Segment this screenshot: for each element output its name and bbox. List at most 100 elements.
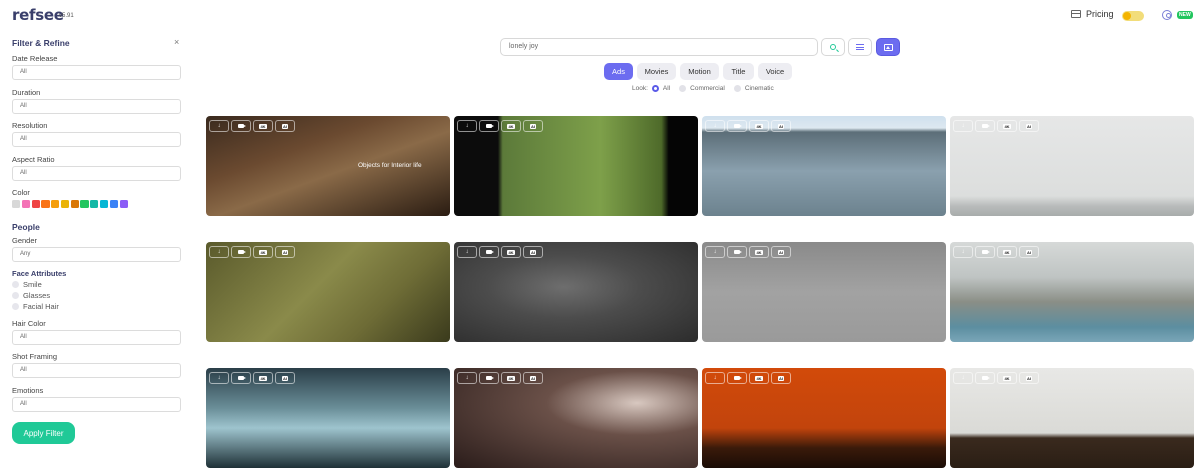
video-camera-icon[interactable] xyxy=(727,372,747,384)
download-icon[interactable]: ↓ xyxy=(953,246,973,258)
color-swatch[interactable] xyxy=(41,200,50,209)
date-release-select[interactable]: All xyxy=(12,65,181,80)
image-search-button[interactable] xyxy=(876,38,900,56)
ai-tag-icon[interactable]: AI xyxy=(1019,120,1039,132)
result-card[interactable]: ↓ 4K AI Objects for Interior life xyxy=(206,116,450,216)
result-card[interactable]: ↓ 4K AI xyxy=(702,368,946,468)
download-icon[interactable]: ↓ xyxy=(705,372,725,384)
download-icon[interactable]: ↓ xyxy=(953,372,973,384)
app-logo[interactable]: refsee xyxy=(12,6,64,24)
ai-tag-icon[interactable]: AI xyxy=(771,246,791,258)
color-swatch[interactable] xyxy=(51,200,60,209)
result-card[interactable]: ↓ 4K AI xyxy=(454,242,698,342)
ai-tag-icon[interactable]: AI xyxy=(523,246,543,258)
download-icon[interactable]: ↓ xyxy=(705,246,725,258)
close-icon[interactable]: × xyxy=(174,37,179,47)
video-camera-icon[interactable] xyxy=(231,372,251,384)
resolution-tag-icon[interactable]: 4K xyxy=(253,120,273,132)
resolution-tag-icon[interactable]: 4K xyxy=(997,246,1017,258)
result-card[interactable]: ↓ 4K AI xyxy=(950,368,1194,468)
download-icon[interactable]: ↓ xyxy=(705,120,725,132)
apply-filter-button[interactable]: Apply Filter xyxy=(12,422,75,444)
ai-tag-icon[interactable]: AI xyxy=(1019,246,1039,258)
color-swatch[interactable] xyxy=(70,200,79,209)
ai-tag-icon[interactable]: AI xyxy=(275,372,295,384)
look-cinematic-radio[interactable] xyxy=(733,85,741,92)
video-camera-icon[interactable] xyxy=(479,120,499,132)
hair-color-select[interactable]: All xyxy=(12,330,181,345)
color-swatch[interactable] xyxy=(100,200,109,209)
pricing-link[interactable]: Pricing xyxy=(1071,9,1114,19)
result-card[interactable]: ↓ 4K AI xyxy=(950,116,1194,216)
video-camera-icon[interactable] xyxy=(231,246,251,258)
ai-tag-icon[interactable]: AI xyxy=(771,120,791,132)
video-camera-icon[interactable] xyxy=(975,246,995,258)
emotions-select[interactable]: All xyxy=(12,397,181,412)
video-camera-icon[interactable] xyxy=(479,372,499,384)
ai-tag-icon[interactable]: AI xyxy=(1019,372,1039,384)
resolution-tag-icon[interactable]: 4K xyxy=(501,120,521,132)
ai-tag-icon[interactable]: AI xyxy=(771,372,791,384)
result-card[interactable]: ↓ 4K AI xyxy=(702,116,946,216)
color-swatch[interactable] xyxy=(119,200,128,209)
color-swatch[interactable] xyxy=(21,200,30,209)
resolution-tag-icon[interactable]: 4K xyxy=(253,372,273,384)
download-icon[interactable]: ↓ xyxy=(457,372,477,384)
color-swatch[interactable] xyxy=(80,200,89,209)
resolution-select[interactable]: All xyxy=(12,132,181,147)
resolution-tag-icon[interactable]: 4K xyxy=(997,372,1017,384)
result-card[interactable]: ↓ 4K AI xyxy=(206,368,450,468)
ai-tag-icon[interactable]: AI xyxy=(275,120,295,132)
ai-tag-icon[interactable]: AI xyxy=(523,372,543,384)
resolution-tag-icon[interactable]: 4K xyxy=(997,120,1017,132)
gender-select[interactable]: Any xyxy=(12,247,181,262)
download-icon[interactable]: ↓ xyxy=(457,120,477,132)
download-icon[interactable]: ↓ xyxy=(209,246,229,258)
video-camera-icon[interactable] xyxy=(727,246,747,258)
smile-option[interactable]: Smile xyxy=(12,280,42,289)
download-icon[interactable]: ↓ xyxy=(209,120,229,132)
look-commercial-radio[interactable] xyxy=(679,85,687,92)
look-cinematic-label[interactable]: Cinematic xyxy=(745,85,774,92)
search-button[interactable] xyxy=(821,38,845,56)
result-card[interactable]: ↓ 4K AI xyxy=(950,242,1194,342)
tab-title[interactable]: Title xyxy=(723,63,754,80)
color-swatch[interactable] xyxy=(109,200,118,209)
tab-ads[interactable]: Ads xyxy=(604,63,633,80)
video-camera-icon[interactable] xyxy=(975,372,995,384)
video-camera-icon[interactable] xyxy=(975,120,995,132)
theme-toggle[interactable] xyxy=(1122,11,1144,21)
ai-tag-icon[interactable]: AI xyxy=(275,246,295,258)
download-icon[interactable]: ↓ xyxy=(209,372,229,384)
result-card[interactable]: ↓ 4K AI xyxy=(454,368,698,468)
result-card[interactable]: ↓ 4K AI xyxy=(454,116,698,216)
video-camera-icon[interactable] xyxy=(727,120,747,132)
resolution-tag-icon[interactable]: 4K xyxy=(501,246,521,258)
aspect-ratio-select[interactable]: All xyxy=(12,166,181,181)
color-swatch[interactable] xyxy=(90,200,99,209)
result-card[interactable]: ↓ 4K AI xyxy=(702,242,946,342)
facial-hair-option[interactable]: Facial Hair xyxy=(12,302,59,311)
result-card[interactable]: ↓ 4K AI xyxy=(206,242,450,342)
resolution-tag-icon[interactable]: 4K xyxy=(501,372,521,384)
color-swatch[interactable] xyxy=(31,200,40,209)
video-camera-icon[interactable] xyxy=(231,120,251,132)
ai-tag-icon[interactable]: AI xyxy=(523,120,543,132)
tab-movies[interactable]: Movies xyxy=(637,63,676,80)
glasses-option[interactable]: Glasses xyxy=(12,291,50,300)
user-icon[interactable] xyxy=(1162,10,1172,20)
resolution-tag-icon[interactable]: 4K xyxy=(749,372,769,384)
look-all-radio[interactable] xyxy=(651,85,659,92)
duration-select[interactable]: All xyxy=(12,99,181,114)
search-input[interactable]: lonely joy xyxy=(500,38,818,56)
filter-toggle-button[interactable] xyxy=(848,38,872,56)
color-swatch[interactable] xyxy=(60,200,70,209)
download-icon[interactable]: ↓ xyxy=(457,246,477,258)
look-all-label[interactable]: All xyxy=(663,85,670,92)
look-commercial-label[interactable]: Commercial xyxy=(690,85,725,92)
tab-voice[interactable]: Voice xyxy=(758,63,792,80)
video-camera-icon[interactable] xyxy=(479,246,499,258)
resolution-tag-icon[interactable]: 4K xyxy=(253,246,273,258)
tab-motion[interactable]: Motion xyxy=(680,63,719,80)
resolution-tag-icon[interactable]: 4K xyxy=(749,120,769,132)
